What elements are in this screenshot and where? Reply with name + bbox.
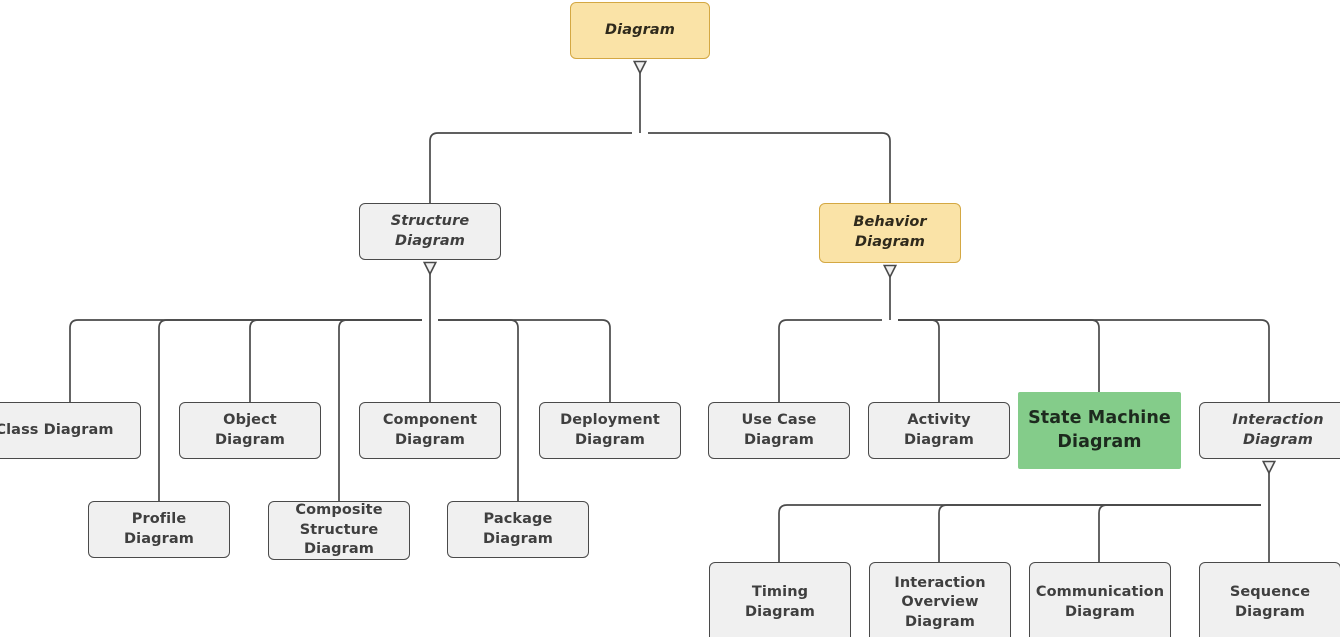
- edge-overview-to-interaction: [938, 504, 1261, 562]
- edge-activity-to-behavior: [898, 319, 940, 402]
- node-label: State Machine Diagram: [1028, 407, 1171, 452]
- node-label: Sequence Diagram: [1229, 584, 1311, 620]
- node-behavior_diagram[interactable]: Behavior Diagram: [819, 203, 961, 263]
- node-class_diagram[interactable]: Class Diagram: [0, 402, 141, 459]
- node-label: Activity Diagram: [904, 411, 974, 448]
- edge-communication-to-interaction: [1098, 504, 1261, 562]
- node-label: Use Case Diagram: [741, 411, 817, 448]
- node-label: Structure Diagram: [390, 212, 470, 249]
- node-component_diagram[interactable]: Component Diagram: [359, 402, 501, 459]
- node-diagram[interactable]: Diagram: [570, 2, 710, 59]
- edge-class-to-structure: [69, 319, 422, 402]
- node-label: Package Diagram: [483, 510, 553, 547]
- node-interaction_overview[interactable]: Interaction Overview Diagram: [869, 562, 1011, 637]
- node-structure_diagram[interactable]: Structure Diagram: [359, 203, 501, 260]
- edge-interaction-to-behavior: [898, 319, 1270, 402]
- node-package_diagram[interactable]: Package Diagram: [447, 501, 589, 558]
- uml-diagram-canvas: Diagram Structure Diagram Behavior Diagram…: [0, 0, 1340, 637]
- node-activity_diagram[interactable]: Activity Diagram: [868, 402, 1010, 459]
- node-composite_structure[interactable]: Composite Structure Diagram: [268, 501, 410, 560]
- node-use_case_diagram[interactable]: Use Case Diagram: [708, 402, 850, 459]
- edge-object-to-structure: [249, 319, 422, 402]
- node-timing_diagram[interactable]: Timing Diagram: [709, 562, 851, 637]
- edge-timing-to-interaction: [778, 504, 1261, 562]
- edge-statemachine-to-behavior: [898, 319, 1100, 392]
- node-label: Behavior Diagram: [853, 214, 927, 250]
- node-object_diagram[interactable]: Object Diagram: [179, 402, 321, 459]
- node-label: Profile Diagram: [124, 510, 194, 547]
- node-label: Class Diagram: [0, 421, 114, 438]
- node-label: Object Diagram: [215, 411, 285, 448]
- generalization-edges: [69, 73, 1270, 562]
- node-label: Interaction Overview Diagram: [894, 574, 986, 630]
- node-label: Interaction Diagram: [1232, 411, 1324, 448]
- node-state_machine_diagram[interactable]: State Machine Diagram: [1018, 392, 1181, 469]
- node-label: Deployment Diagram: [560, 411, 660, 448]
- node-sequence_diagram[interactable]: Sequence Diagram: [1199, 562, 1340, 637]
- node-label: Component Diagram: [382, 411, 478, 448]
- node-profile_diagram[interactable]: Profile Diagram: [88, 501, 230, 558]
- node-label: Diagram: [605, 21, 675, 38]
- edge-usecase-to-behavior: [778, 319, 882, 402]
- edge-structure-to-diagram: [429, 132, 632, 203]
- node-communication_diagram[interactable]: Communication Diagram: [1029, 562, 1171, 637]
- node-deployment_diagram[interactable]: Deployment Diagram: [539, 402, 681, 459]
- node-interaction_diagram[interactable]: Interaction Diagram: [1199, 402, 1340, 459]
- edge-behavior-to-diagram: [648, 132, 891, 203]
- node-label: Communication Diagram: [1035, 584, 1165, 620]
- node-label: Timing Diagram: [745, 584, 815, 620]
- edge-deployment-to-structure: [438, 319, 611, 402]
- node-label: Composite Structure Diagram: [295, 502, 383, 558]
